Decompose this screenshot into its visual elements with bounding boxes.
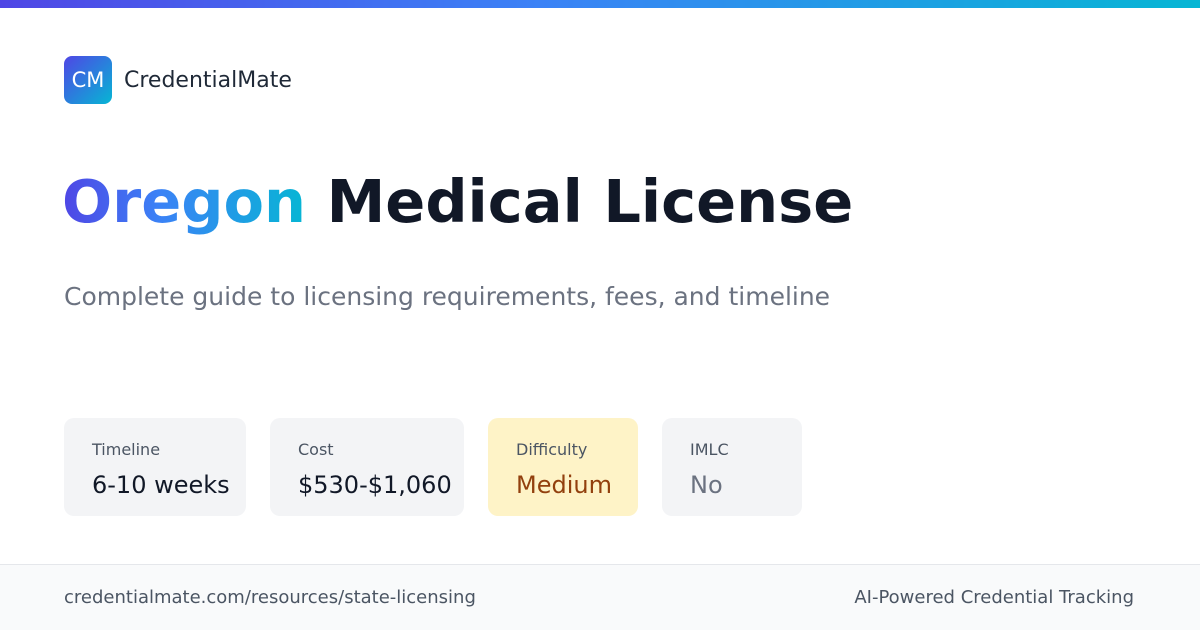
stat-value: Medium bbox=[516, 471, 612, 499]
stat-card-difficulty: Difficulty Medium bbox=[488, 418, 638, 516]
footer-url-link[interactable]: credentialmate.com/resources/state-licen… bbox=[64, 585, 476, 611]
top-accent-bar bbox=[0, 0, 1200, 8]
stat-label: IMLC bbox=[690, 440, 729, 459]
stat-label: Difficulty bbox=[516, 440, 588, 459]
stat-value: 6-10 weeks bbox=[92, 471, 230, 499]
page-title: Oregon Medical License bbox=[62, 162, 853, 242]
stat-value: $530-$1,060 bbox=[298, 471, 452, 499]
stat-card-cost: Cost $530-$1,060 bbox=[270, 418, 464, 516]
footer-tagline: AI-Powered Credential Tracking bbox=[854, 587, 1134, 608]
brand[interactable]: CM CredentialMate bbox=[64, 56, 292, 104]
logo-icon: CM bbox=[64, 56, 112, 104]
page-title-rest: Medical License bbox=[326, 167, 854, 236]
page-title-state: Oregon bbox=[62, 167, 307, 236]
stat-value: No bbox=[690, 471, 723, 499]
footer: credentialmate.com/resources/state-licen… bbox=[0, 564, 1200, 630]
stat-label: Timeline bbox=[92, 440, 161, 459]
brand-name: CredentialMate bbox=[124, 67, 292, 93]
page-subtitle: Complete guide to licensing requirements… bbox=[64, 282, 831, 311]
stat-card-imlc: IMLC No bbox=[662, 418, 802, 516]
stat-label: Cost bbox=[298, 440, 334, 459]
stat-card-timeline: Timeline 6-10 weeks bbox=[64, 418, 246, 516]
